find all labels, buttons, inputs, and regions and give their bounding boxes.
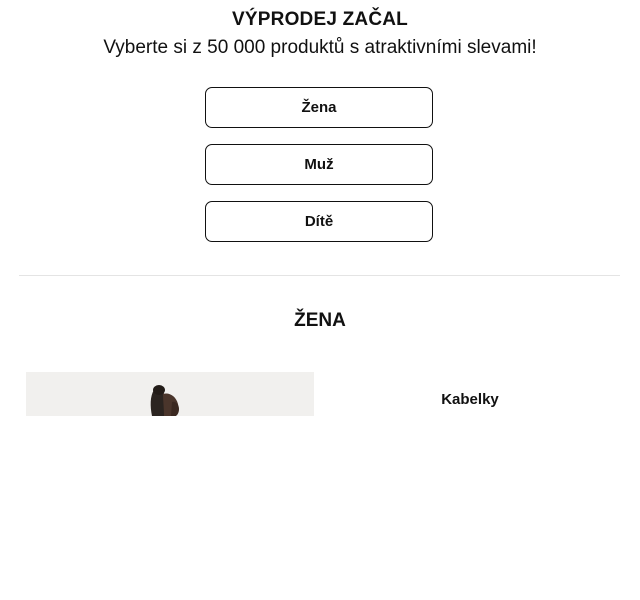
- category-button-dite[interactable]: Dítě: [205, 201, 433, 242]
- category-button-muz[interactable]: Muž: [205, 144, 433, 185]
- category-button-zena[interactable]: Žena: [205, 87, 433, 128]
- section-divider: [19, 275, 620, 276]
- tile-label-kabelky[interactable]: Kabelky: [400, 391, 540, 409]
- sale-landing-page: VÝPRODEJ ZAČAL Vyberte si z 50 000 produ…: [0, 0, 640, 600]
- section-title: ŽENA: [294, 310, 346, 331]
- category-tile-image[interactable]: [26, 372, 314, 416]
- sale-subheadline: Vyberte si z 50 000 produktů s atraktivn…: [103, 37, 537, 58]
- sale-headline: VÝPRODEJ ZAČAL: [232, 9, 408, 30]
- model-photo: [26, 372, 314, 416]
